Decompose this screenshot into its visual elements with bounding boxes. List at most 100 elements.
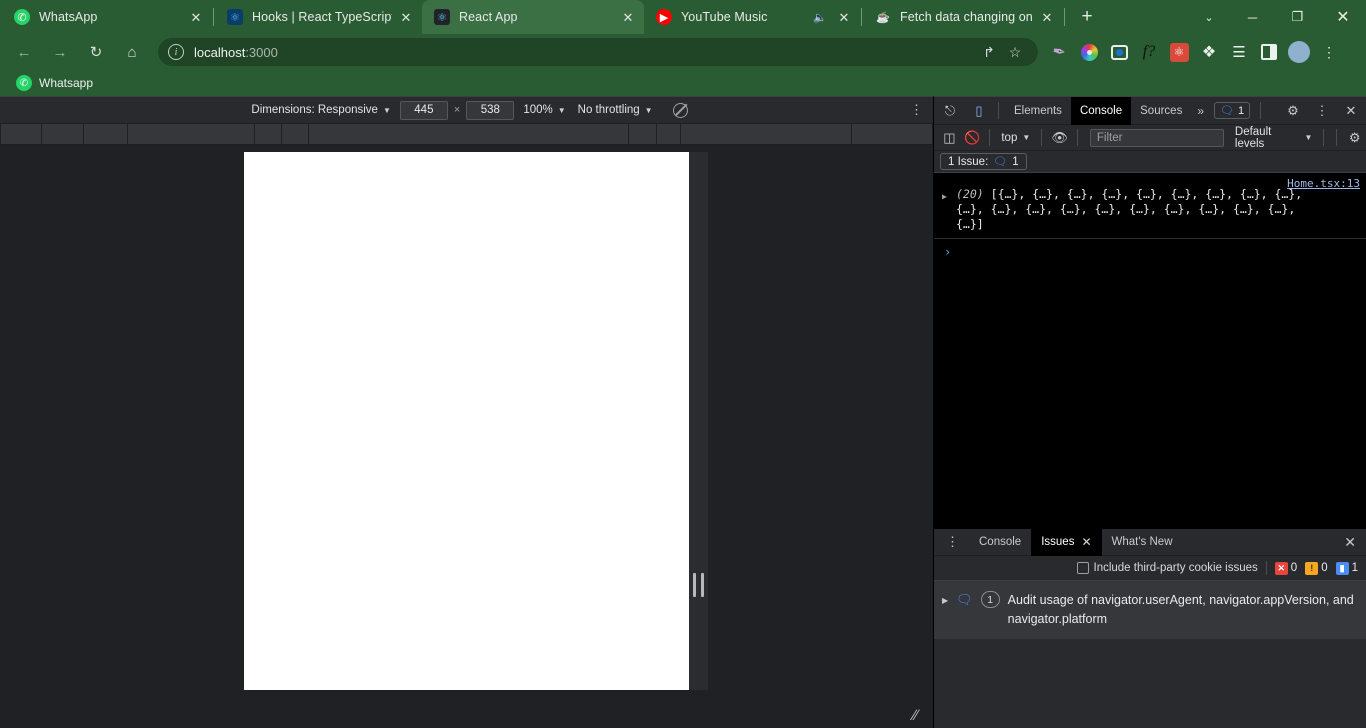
device-toolbar-more-button[interactable]: ⋮ xyxy=(910,103,923,116)
throttling-label: No throttling xyxy=(577,104,640,116)
chrome-menu-button[interactable]: ⋮ xyxy=(1315,38,1343,66)
viewport-width-input[interactable]: 445 xyxy=(399,100,448,120)
avatar[interactable] xyxy=(1285,38,1313,66)
tab-close-button[interactable]: ✕ xyxy=(618,7,638,27)
window-close-button[interactable]: ✕ xyxy=(1320,0,1366,34)
media-queries-icon[interactable] xyxy=(672,102,688,118)
drawer-tab-issues[interactable]: Issues ✕ xyxy=(1031,528,1102,556)
emulated-page-frame[interactable] xyxy=(244,152,689,690)
site-info-icon[interactable]: i xyxy=(168,44,184,60)
console-prompt[interactable]: › xyxy=(934,239,1366,259)
console-settings-icon[interactable]: ⚙ xyxy=(1343,126,1366,150)
console-source-link[interactable]: Home.tsx:13 xyxy=(1287,177,1360,190)
devtools-window: Dimensions: Responsive ▼ 445 × 538 100% … xyxy=(0,96,1366,728)
window-minimize-button[interactable]: ─ xyxy=(1230,0,1275,34)
feather-extension-icon[interactable]: ✒ xyxy=(1042,35,1075,68)
issues-banner-button[interactable]: 1 Issue: 🗨 1 xyxy=(940,153,1027,170)
page-vertical-scrollbar[interactable] xyxy=(689,152,708,690)
chevron-down-icon: ▼ xyxy=(1304,133,1313,142)
chevron-down-icon: ▼ xyxy=(1022,133,1031,142)
browser-tab-react-app[interactable]: ⚛ React App ✕ xyxy=(422,0,644,34)
browser-tab-whatsapp[interactable]: ✆ WhatsApp ✕ xyxy=(2,0,212,34)
error-count: ✕ 0 xyxy=(1274,561,1298,575)
screen-capture-extension-icon[interactable] xyxy=(1105,38,1133,66)
tab-close-button[interactable]: ✕ xyxy=(834,7,854,27)
reading-list-icon[interactable]: ☰ xyxy=(1225,38,1253,66)
chevron-down-icon: ▼ xyxy=(557,105,566,115)
puzzle-extensions-icon[interactable]: ❖ xyxy=(1195,38,1223,66)
window-maximize-button[interactable]: ❐ xyxy=(1275,0,1320,34)
zoom-dropdown[interactable]: 100% ▼ xyxy=(517,104,571,116)
more-tabs-icon[interactable]: » xyxy=(1191,104,1210,118)
live-expression-icon[interactable]: 👁 xyxy=(1048,126,1071,150)
share-icon[interactable]: ↱ xyxy=(976,39,1002,65)
drawer-more-options-icon[interactable]: ⋮ xyxy=(934,535,969,548)
back-button[interactable]: ← xyxy=(9,37,39,67)
typescript-react-icon: ⚛ xyxy=(227,9,243,25)
viewport-corner-resize-handle[interactable]: ∕∕ xyxy=(913,708,927,724)
tab-mute-icon[interactable]: 🔈 xyxy=(812,9,828,25)
close-issues-tab-icon[interactable]: ✕ xyxy=(1081,535,1091,549)
throttling-dropdown[interactable]: No throttling ▼ xyxy=(572,104,659,116)
checkbox-icon[interactable] xyxy=(1076,562,1089,574)
reload-button[interactable]: ↻ xyxy=(81,37,111,67)
device-toolbar-controls: Dimensions: Responsive ▼ 445 × 538 100% … xyxy=(245,100,688,120)
console-output[interactable]: Home.tsx:13 ▶ (20) [{…}, {…}, {…}, {…}, … xyxy=(934,173,1366,528)
new-tab-button[interactable]: + xyxy=(1072,2,1102,32)
third-party-cookie-checkbox[interactable]: Include third-party cookie issues xyxy=(1076,562,1258,574)
console-prompt-caret: › xyxy=(944,245,952,259)
whatsapp-icon: ✆ xyxy=(14,9,30,25)
browser-chrome: ✆ WhatsApp ✕ ⚛ Hooks | React TypeScript … xyxy=(0,0,1366,96)
console-array-count: (20) xyxy=(956,187,984,201)
devtools-drawer: ⋮ Console Issues ✕ What's New ✕ Include … xyxy=(934,528,1366,728)
gear-icon[interactable]: ⚙ xyxy=(1280,98,1306,124)
context-selector[interactable]: top ▼ xyxy=(996,132,1035,144)
viewport-ruler xyxy=(0,124,933,145)
tab-close-button[interactable]: ✕ xyxy=(396,7,416,27)
tab-search-chevron-down-icon[interactable]: ⌄ xyxy=(1188,0,1230,34)
tab-console[interactable]: Console xyxy=(1070,96,1132,125)
drawer-tab-console[interactable]: Console xyxy=(969,529,1031,556)
tab-elements[interactable]: Elements xyxy=(1005,97,1071,125)
dimensions-dropdown[interactable]: Dimensions: Responsive ▼ xyxy=(245,104,396,116)
console-filter-input[interactable]: Filter xyxy=(1089,128,1224,147)
home-button[interactable]: ⌂ xyxy=(117,37,147,67)
drawer-tab-whats-new[interactable]: What's New xyxy=(1102,529,1183,556)
react-devtools-extension-icon[interactable]: ⚛ xyxy=(1165,38,1193,66)
tab-close-button[interactable]: ✕ xyxy=(186,7,206,27)
more-options-icon[interactable]: ⋮ xyxy=(1309,98,1335,124)
error-count-value: 0 xyxy=(1290,562,1298,574)
viewport-height-input[interactable]: 538 xyxy=(466,100,515,120)
fonts-extension-icon[interactable]: f? xyxy=(1135,38,1163,66)
console-sidebar-icon[interactable]: ◫ xyxy=(938,126,961,150)
browser-tab-youtube-music[interactable]: ▶ YouTube Music 🔈 ✕ xyxy=(644,0,860,34)
omnibox-actions: ↱ ☆ xyxy=(976,39,1028,65)
address-bar-url: localhost:3000 xyxy=(194,45,278,60)
issue-message-icon: 🗨 xyxy=(956,592,973,607)
inspect-element-icon[interactable]: ⎋ xyxy=(937,98,963,124)
clear-console-icon[interactable]: 🚫 xyxy=(961,126,984,150)
warning-count: ! 0 xyxy=(1305,561,1328,575)
viewport-width-resize-handle[interactable] xyxy=(693,573,704,597)
bookmark-whatsapp[interactable]: ✆ Whatsapp xyxy=(10,73,99,93)
expand-arrow-icon[interactable]: ▶ xyxy=(942,591,948,605)
color-wheel-extension-icon[interactable] xyxy=(1075,38,1103,66)
close-devtools-icon[interactable]: ✕ xyxy=(1338,98,1364,124)
browser-tab-hooks[interactable]: ⚛ Hooks | React TypeScript Che ✕ xyxy=(215,0,422,34)
window-controls: ⌄ ─ ❐ ✕ xyxy=(1188,0,1366,34)
browser-tab-fetch-data[interactable]: ☕ Fetch data changing on reloa ✕ xyxy=(863,0,1063,34)
side-panel-icon[interactable] xyxy=(1255,38,1283,66)
close-drawer-icon[interactable]: ✕ xyxy=(1344,534,1366,551)
forward-button[interactable]: → xyxy=(45,37,75,67)
bookmark-star-icon[interactable]: ☆ xyxy=(1002,39,1028,65)
log-levels-dropdown[interactable]: Default levels ▼ xyxy=(1230,126,1318,150)
address-bar[interactable]: i localhost:3000 ↱ ☆ xyxy=(158,38,1038,66)
expand-arrow-icon[interactable]: ▶ xyxy=(942,187,956,232)
device-emulation-pane: Dimensions: Responsive ▼ 445 × 538 100% … xyxy=(0,96,933,728)
youtube-music-icon: ▶ xyxy=(656,9,672,25)
toggle-device-toolbar-icon[interactable]: ▯ xyxy=(966,98,992,124)
issue-list-item[interactable]: ▶ 🗨 1 Audit usage of navigator.userAgent… xyxy=(934,581,1366,639)
tab-sources[interactable]: Sources xyxy=(1131,97,1191,125)
tab-close-button[interactable]: ✕ xyxy=(1037,7,1057,27)
issues-counter-chip[interactable]: 🗨 1 xyxy=(1214,102,1251,119)
